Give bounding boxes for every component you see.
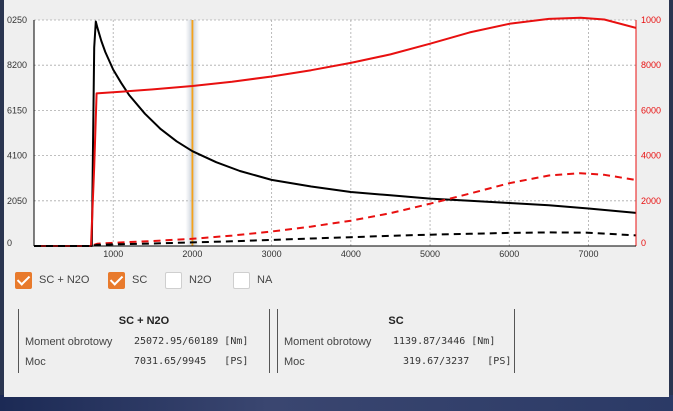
x-tick-label: 4000 bbox=[341, 249, 361, 259]
box-title: SC + N2O bbox=[118, 315, 170, 327]
power-label: Moc bbox=[25, 356, 46, 368]
x-tick-label: 2000 bbox=[182, 249, 202, 259]
background-strip bbox=[0, 395, 673, 411]
legend-item-na[interactable]: NA bbox=[233, 270, 272, 290]
legend-label: SC + N2O bbox=[39, 274, 90, 286]
y-left-tick-label: 6150 bbox=[7, 105, 27, 115]
legend-item-sc[interactable]: SC bbox=[108, 270, 147, 290]
legend-label: NA bbox=[257, 274, 273, 286]
torque-label: Moment obrotowy bbox=[25, 336, 113, 348]
stats-box-sc: SC Moment obrotowy 1139.87/3446 [Nm] Moc… bbox=[277, 309, 515, 373]
box-title: SC bbox=[388, 315, 404, 327]
power-value: 319.67/3237 [PS] bbox=[403, 356, 512, 367]
y-left-tick-label: 0250 bbox=[7, 15, 27, 25]
y-right-tick-label: 0 bbox=[641, 238, 646, 248]
dyno-chart: 1000 2000 3000 4000 5000 6000 7000 0 2050 4100 615… bbox=[7, 15, 661, 259]
y-right-tick-label: 1000 bbox=[641, 15, 661, 25]
x-tick-label: 3000 bbox=[262, 249, 282, 259]
y-right-tick-label: 2000 bbox=[641, 196, 661, 206]
y-left-tick-label: 4100 bbox=[7, 151, 27, 161]
power-value: 7031.65/9945 [PS] bbox=[134, 356, 249, 367]
x-tick-label: 6000 bbox=[499, 249, 519, 259]
rpm-marker[interactable] bbox=[185, 20, 200, 246]
plot-area bbox=[34, 20, 636, 246]
stats-box-sc-n2o: SC + N2O Moment obrotowy 25072.95/60189 … bbox=[18, 309, 270, 373]
power-label: Moc bbox=[284, 356, 305, 368]
x-tick-label: 7000 bbox=[578, 249, 598, 259]
x-tick-label: 1000 bbox=[103, 249, 123, 259]
torque-value: 25072.95/60189 [Nm] bbox=[134, 336, 249, 347]
y-right-tick-label: 8000 bbox=[641, 60, 661, 70]
sc-n2o-checkbox[interactable] bbox=[15, 271, 32, 289]
torque-label: Moment obrotowy bbox=[284, 336, 372, 348]
n2o-checkbox[interactable] bbox=[165, 271, 182, 289]
legend-item-sc-n2o[interactable]: SC + N2O bbox=[15, 270, 89, 290]
y-left-tick-label: 2050 bbox=[7, 196, 27, 206]
legend-label: SC bbox=[132, 274, 148, 286]
y-left-tick-label: 0 bbox=[7, 238, 12, 248]
x-tick-label: 5000 bbox=[420, 249, 440, 259]
legend-item-n2o[interactable]: N2O bbox=[165, 270, 212, 290]
na-checkbox[interactable] bbox=[233, 271, 250, 289]
torque-value: 1139.87/3446 [Nm] bbox=[393, 336, 496, 347]
y-right-tick-label: 6000 bbox=[641, 105, 661, 115]
legend-label: N2O bbox=[189, 274, 212, 286]
y-left-tick-label: 8200 bbox=[7, 60, 27, 70]
y-right-tick-label: 4000 bbox=[641, 151, 661, 161]
sc-checkbox[interactable] bbox=[108, 271, 125, 289]
